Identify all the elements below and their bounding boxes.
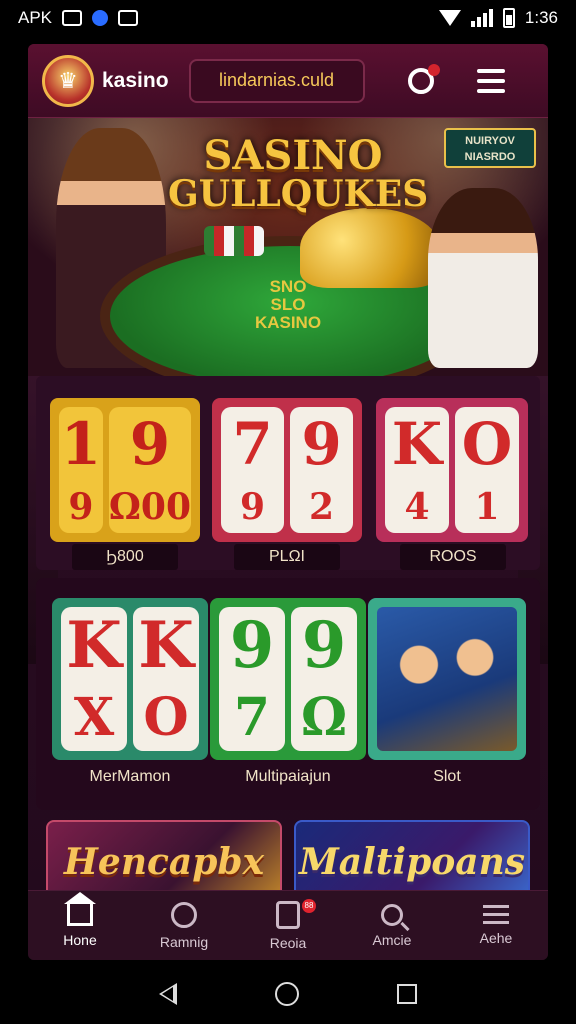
nav-aehe-label: Aehe [479,930,513,946]
slot-row1-machine-3-label: ROOS [400,544,506,570]
reel-symbol: 9 [229,608,275,683]
reel-symbol: Ω [300,687,348,748]
slot-row2-machine-1-label: MerMamon [89,768,171,785]
nav-amcie-label: Amcie [372,931,412,948]
back-icon[interactable] [159,983,177,1005]
slot-reel: KO [133,607,199,751]
slot-reel: 79 [221,407,284,533]
reel-symbol: X [73,687,115,748]
slot-reel: K4 [385,407,449,533]
reel-symbol: 4 [404,486,430,528]
player-woman-figure [428,188,538,368]
reel-symbol: O [461,410,513,478]
app-header: ♛ kasino lindarnias.culd [28,44,548,118]
search-icon [407,63,440,94]
slot-reel: 97 [219,607,285,751]
reel-symbol: 7 [232,410,273,478]
nav-ramnig[interactable]: Ramnig [132,891,236,960]
signal-icon [470,9,493,27]
home-circle-icon[interactable] [275,982,299,1006]
status-apk-label: APK [18,8,53,27]
nav-home-label: Hone [63,931,97,948]
nav-aehe[interactable]: Aehe [444,891,548,960]
slot-reel: KX [61,607,127,751]
wifi-icon [438,10,461,26]
menu-icon [476,68,505,73]
picture-icon [62,10,83,26]
status-bar: APK 1:36 [0,0,576,36]
reel-symbol: K [138,608,194,683]
url-field[interactable]: lindarnias.culd [188,58,365,103]
nav-reoia-label: Reoia [269,934,307,951]
slot-row1-machine-1[interactable]: 1 9 9 Ω00 [50,398,200,542]
app-notification-icon [92,10,109,26]
reel-symbol: K [66,608,122,683]
casino-app: ♛ kasino lindarnias.culd SASINO GULLQUKE… [28,44,548,960]
pirate-characters-artwork [377,607,517,751]
search-icon [381,903,403,926]
reel-symbol: 1 [60,410,102,478]
slot-row2-machine-3-label: Slot [433,768,461,785]
brand-logo[interactable]: ♛ [42,54,94,107]
reel-symbol: 9 [301,608,347,683]
slot-row2-machine-1[interactable]: KXKO [52,598,208,760]
reel-symbol: 2 [308,486,335,528]
clock-icon [171,901,197,928]
notification-badge: 88 [302,899,316,913]
brand-name: kasino [102,68,169,92]
reel-symbol: O [143,687,189,748]
nav-ramnig-label: Ramnig [159,933,209,950]
slot-row1-machine-3[interactable]: K4O1 [376,398,528,542]
reel-symbol: 1 [474,486,500,528]
slot-reel: O1 [455,407,519,533]
slot-row2-machine-2[interactable]: 979Ω [210,598,366,760]
bottom-navigation: Hone Ramnig 88 Reoia Amcie Aehe [28,890,548,960]
system-navigation-bar [0,964,576,1024]
reel-symbol: Ω00 [108,486,191,528]
reel-symbol: 9 [68,486,94,528]
reel-symbol: 9 [129,410,171,478]
status-time: 1:36 [524,8,558,27]
hero-banner[interactable]: SASINO GULLQUKES NUIRYOV NIASRDO SNO SLO… [28,118,548,376]
reel-symbol: K [391,410,443,478]
slot-row2-machine-2-label: Multipaiajun [245,768,331,785]
document-icon [276,900,300,929]
home-icon [64,891,96,926]
menu-button[interactable] [471,61,511,101]
hero-badge[interactable]: NUIRYOV NIASRDO [444,128,536,168]
slot-row1-machine-2[interactable]: 7992 [212,398,362,542]
gold-coins-pile [300,208,440,288]
reel-symbol: 9 [239,486,266,528]
nav-reoia[interactable]: 88 Reoia [236,891,340,960]
menu-icon [483,905,509,924]
search-button[interactable] [401,61,441,101]
slot-row2-machine-3[interactable] [368,598,526,760]
slot-reel: 92 [290,407,353,533]
slot-row1-machine-1-label: Ϧ800 [72,544,178,570]
nav-home[interactable]: Hone [28,891,132,960]
slot-reel: 19 [59,407,103,533]
battery-icon [502,8,515,28]
casino-chips [204,226,264,256]
slot-reel: 9Ω [291,607,357,751]
recent-apps-icon[interactable] [397,984,417,1004]
reel-symbol: 9 [301,410,342,478]
reel-symbol: 7 [233,687,271,748]
slot-reel: 9 Ω00 [108,407,191,533]
slot-row1-machine-2-label: PLΩI [234,544,340,570]
download-icon [118,10,139,26]
table-logo-text: SNO SLO KASINO [254,277,322,332]
nav-amcie[interactable]: Amcie [340,891,444,960]
hero-title: SASINO GULLQUKES [168,132,429,215]
